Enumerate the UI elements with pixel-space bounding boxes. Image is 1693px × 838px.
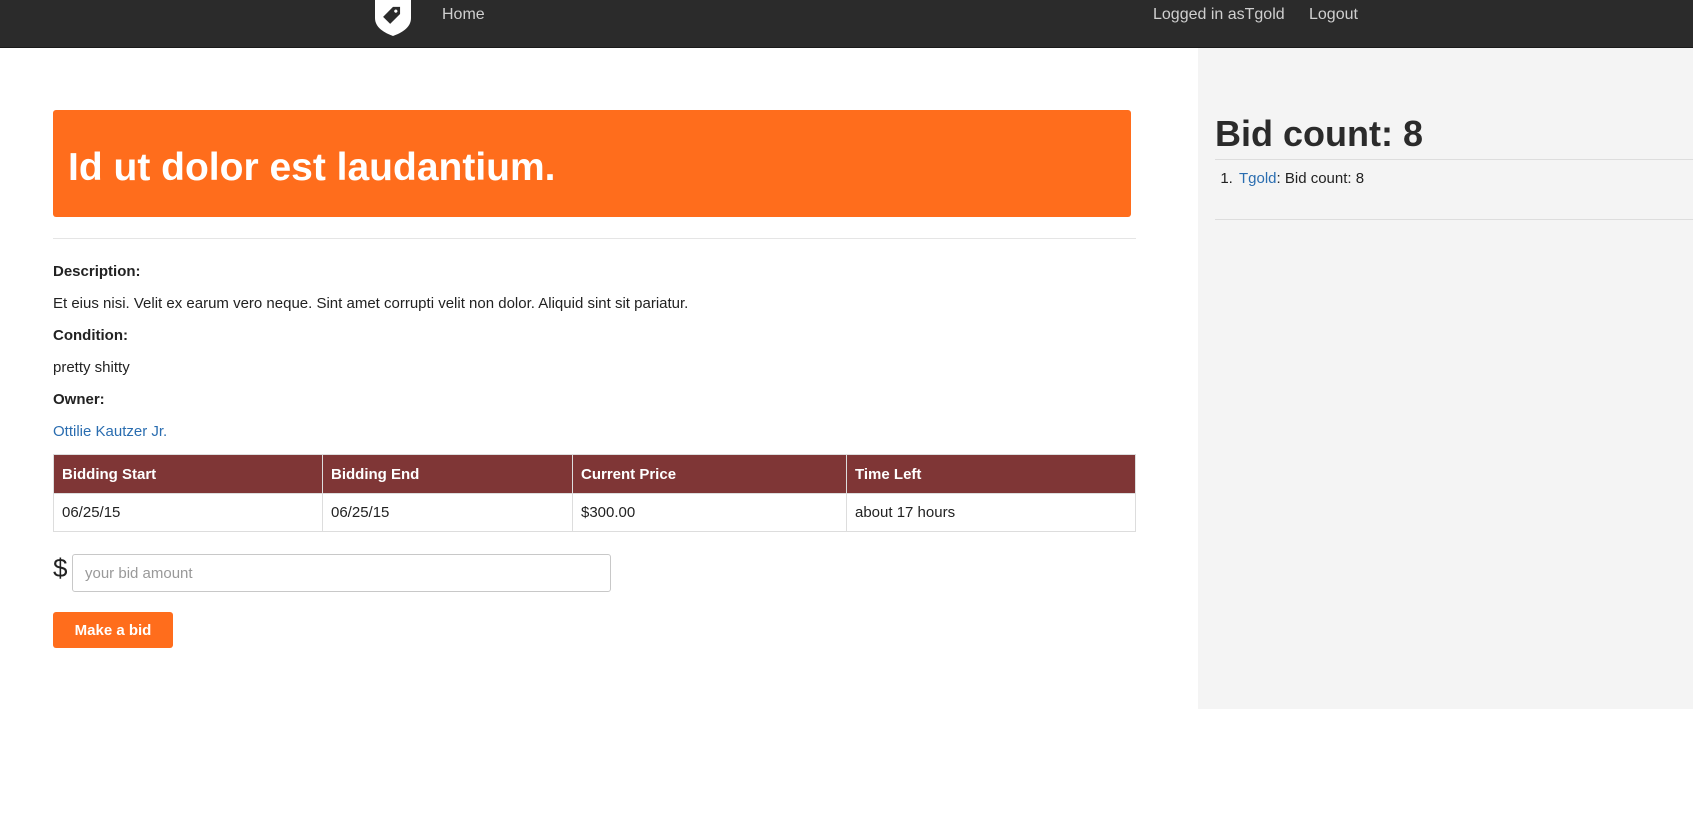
bid-amount-input[interactable] [72, 554, 611, 592]
divider [1215, 159, 1693, 160]
auction-info-table: Bidding Start Bidding End Current Price … [53, 454, 1136, 532]
make-bid-button[interactable]: Make a bid [53, 612, 173, 648]
table-row: 06/25/15 06/25/15 $300.00 about 17 hours [53, 493, 1136, 532]
tag-logo-icon[interactable] [373, 0, 413, 36]
column-header: Time Left [846, 454, 1136, 494]
bidder-list: Tgold: Bid count: 8 [1215, 169, 1364, 189]
column-header: Current Price [572, 454, 847, 494]
owner-link[interactable]: Ottilie Kautzer Jr. [53, 423, 167, 440]
top-navbar: Home Logged in asTgold Logout [0, 0, 1693, 48]
logged-in-user-link[interactable]: Logged in asTgold [1153, 5, 1285, 25]
bidder-bid-count: : Bid count: 8 [1276, 170, 1365, 187]
bid-sidebar: Bid count: 8 Tgold: Bid count: 8 [1198, 48, 1693, 709]
column-header: Bidding End [322, 454, 573, 494]
bidder-link[interactable]: Tgold [1239, 170, 1277, 187]
time-left-cell: about 17 hours [846, 493, 1136, 532]
divider [1215, 219, 1693, 220]
condition-text: pretty shitty [53, 359, 130, 376]
column-header: Bidding Start [53, 454, 323, 494]
item-title-banner: Id ut dolor est laudantium. [53, 110, 1131, 217]
item-title: Id ut dolor est laudantium. [68, 146, 556, 189]
logout-link[interactable]: Logout [1309, 5, 1358, 25]
nav-home-link[interactable]: Home [442, 5, 485, 25]
list-item: Tgold: Bid count: 8 [1237, 169, 1364, 189]
table-header-row: Bidding Start Bidding End Current Price … [53, 454, 1136, 494]
currency-symbol: $ [53, 553, 68, 583]
bidding-start-cell: 06/25/15 [53, 493, 323, 532]
owner-field: Ottilie Kautzer Jr. [53, 422, 167, 442]
bidding-end-cell: 06/25/15 [322, 493, 573, 532]
bid-count-heading: Bid count: 8 [1215, 113, 1423, 154]
current-price-cell: $300.00 [572, 493, 847, 532]
owner-label: Owner: [53, 391, 105, 408]
description-label: Description: [53, 263, 141, 280]
description-text: Et eius nisi. Velit ex earum vero neque.… [53, 295, 689, 312]
condition-label: Condition: [53, 327, 128, 344]
divider [53, 238, 1136, 239]
